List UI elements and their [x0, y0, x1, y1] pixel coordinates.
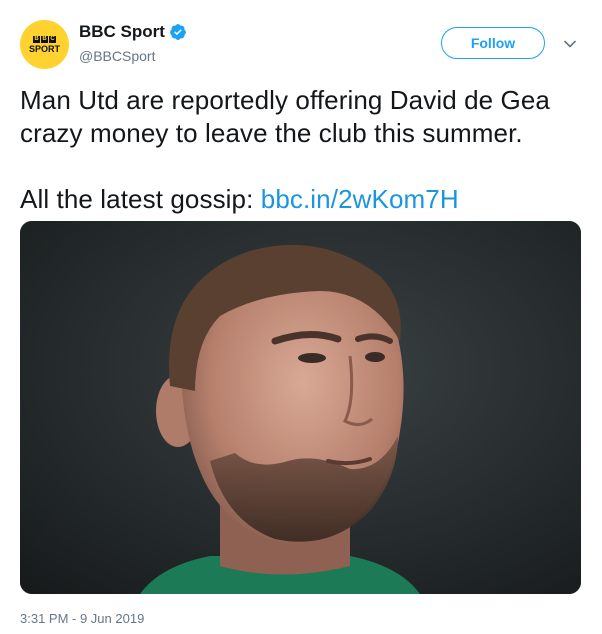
logo-letter: B: [33, 35, 40, 43]
avatar[interactable]: B B C SPORT: [20, 20, 69, 69]
tweet-text: Man Utd are reportedly offering David de…: [20, 84, 585, 216]
tweet-text-line: Man Utd are reportedly offering David de…: [20, 85, 550, 148]
logo-letter: B: [41, 35, 48, 43]
name-row: BBC Sport: [79, 22, 187, 42]
tweet-link[interactable]: bbc.in/2wKom7H: [261, 184, 459, 214]
bbc-logo-blocks: B B C: [33, 35, 56, 43]
player-portrait-image: [20, 221, 581, 594]
logo-sport-text: SPORT: [28, 43, 60, 54]
tweet-photo[interactable]: [20, 221, 581, 594]
verified-badge-icon: [169, 23, 187, 41]
chevron-down-icon[interactable]: [562, 36, 578, 52]
logo-letter: C: [49, 35, 56, 43]
tweet-timestamp[interactable]: 3:31 PM - 9 Jun 2019: [20, 611, 144, 626]
gossip-prefix: All the latest gossip:: [20, 184, 261, 214]
follow-button[interactable]: Follow: [441, 27, 545, 59]
display-name[interactable]: BBC Sport: [79, 22, 165, 42]
tweet-card: B B C SPORT BBC Sport @BBCSport Follow M…: [0, 0, 602, 634]
tweet-gossip-line: All the latest gossip: bbc.in/2wKom7H: [20, 183, 585, 216]
user-handle[interactable]: @BBCSport: [79, 48, 155, 64]
